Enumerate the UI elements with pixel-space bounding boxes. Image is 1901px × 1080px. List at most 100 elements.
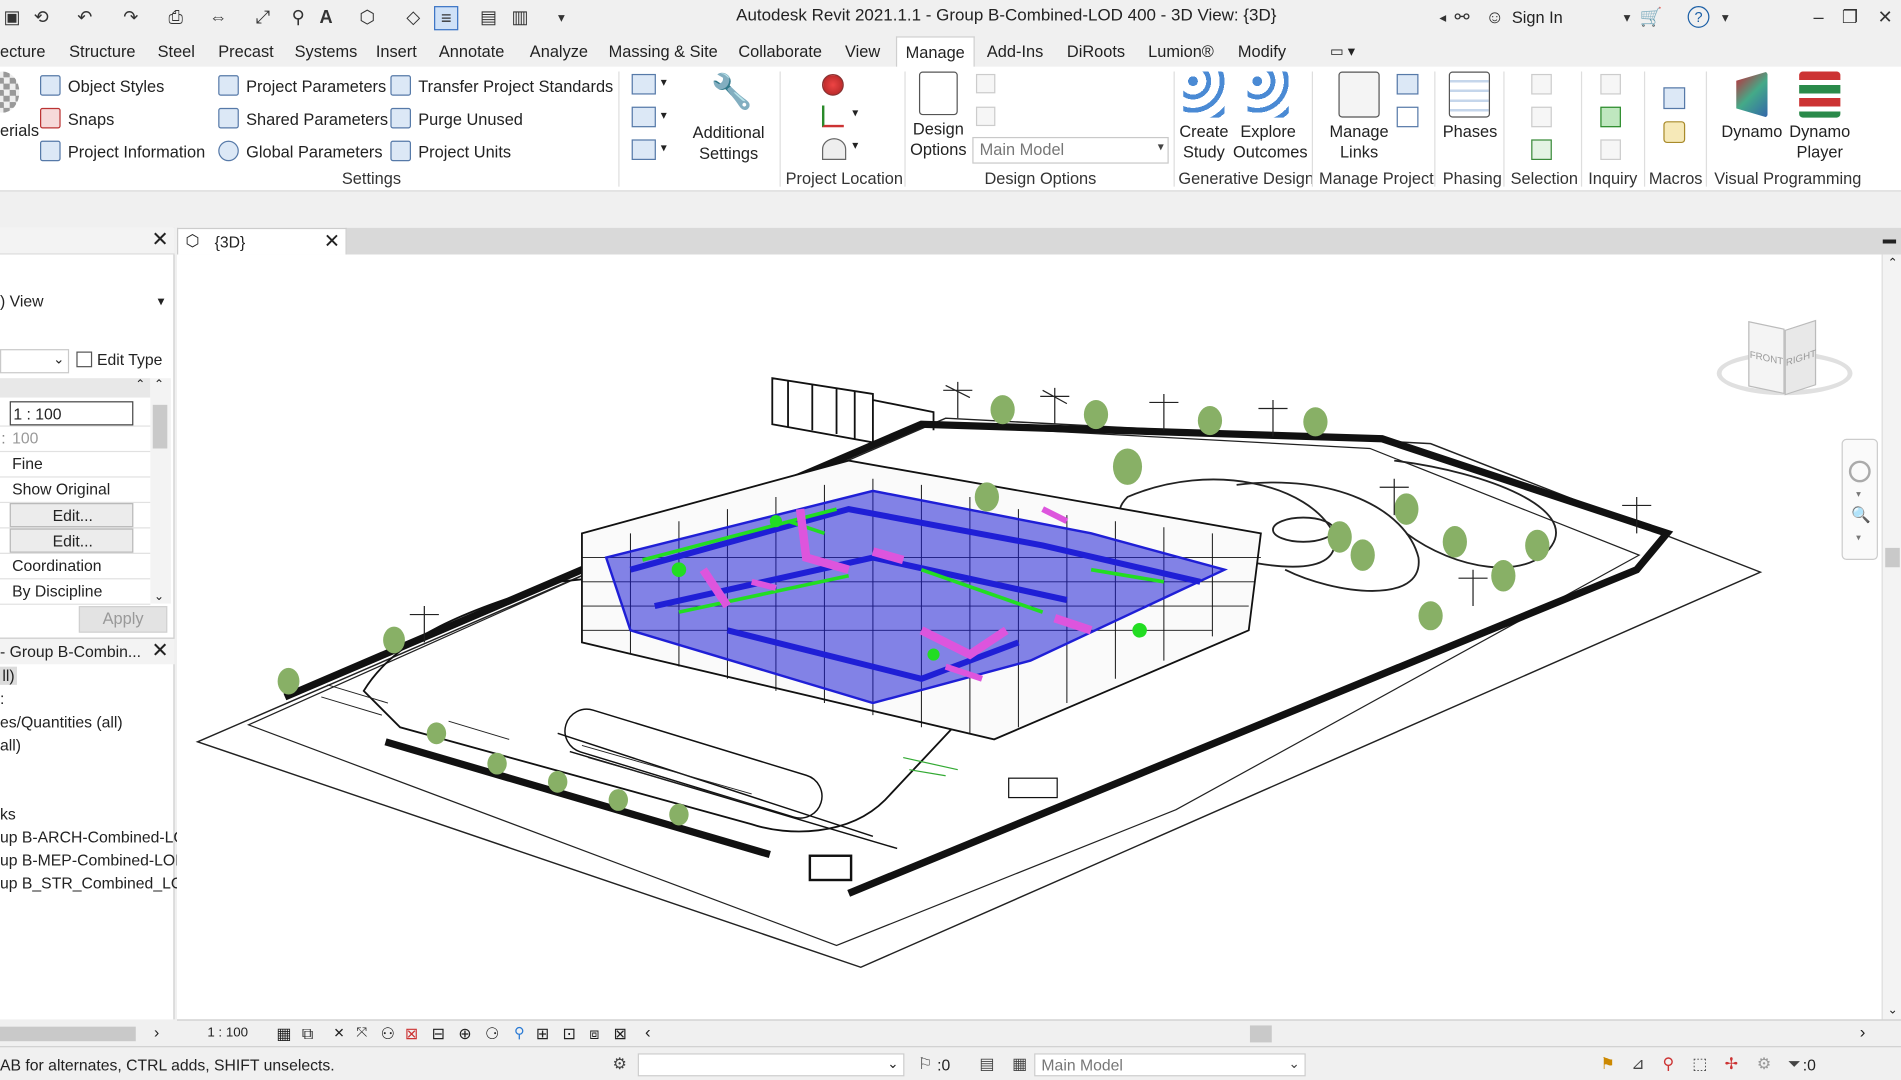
close-tab-icon[interactable]: ✕ [324, 229, 340, 253]
global-parameters-button[interactable]: Global Parameters [218, 140, 383, 162]
ribbon-toggle-icon[interactable]: ▭ ▾ [1330, 42, 1355, 59]
select-pinned-icon[interactable]: ⚲ [1659, 1055, 1678, 1074]
view-scale-button[interactable]: 1 : 100 [207, 1025, 248, 1040]
edit-type-button[interactable]: Edit Type [76, 350, 162, 368]
customize-toolbar-icon[interactable]: ▾ [549, 6, 573, 30]
render-icon[interactable]: ⚇ [381, 1024, 395, 1043]
instance-filter-combo[interactable]: ⌄ [0, 349, 70, 374]
create-study-button[interactable]: Create Study [1176, 71, 1232, 163]
tab-massing-site[interactable]: Massing & Site [609, 42, 718, 60]
zoom-icon[interactable]: 🔍 [1851, 505, 1871, 524]
select-by-face-icon[interactable]: ⬚ [1690, 1055, 1709, 1074]
editable-only-icon[interactable]: ⚐ [915, 1055, 934, 1074]
tab-manage[interactable]: Manage [895, 36, 975, 68]
dropdown-arrow-icon[interactable]: ▾ [852, 107, 858, 120]
structural-settings-icon[interactable] [631, 73, 656, 95]
tab-add-ins[interactable]: Add-Ins [987, 42, 1043, 60]
worksets-icon[interactable]: ⚙ [610, 1055, 629, 1074]
dynamo-player-button[interactable]: Dynamo Player [1787, 71, 1852, 163]
text-icon[interactable]: A [314, 6, 338, 30]
viewcube[interactable]: FRONT RIGHT [1714, 315, 1855, 412]
dimension-icon[interactable]: ⤢ [251, 6, 275, 30]
tab-lumion[interactable]: Lumion® [1148, 42, 1214, 60]
view-scale-input[interactable]: 1 : 100 [9, 401, 134, 426]
project-location-panel-label[interactable]: Project Location [786, 170, 903, 188]
horizontal-scroll-thumb[interactable] [1249, 1025, 1272, 1043]
decal-types-icon[interactable] [1396, 106, 1419, 128]
project-units-button[interactable]: Project Units [390, 140, 511, 162]
properties-scrollbar[interactable]: ⌃ ⌄ [150, 378, 171, 604]
tab-steel[interactable]: Steel [158, 42, 195, 60]
temporary-properties-icon[interactable]: ⊞ [536, 1024, 549, 1043]
object-styles-button[interactable]: Object Styles [40, 75, 164, 96]
drag-elements-icon[interactable]: ✢ [1722, 1055, 1741, 1074]
chevron-down-icon[interactable]: ▾ [1856, 532, 1861, 543]
project-information-button[interactable]: Project Information [40, 140, 205, 162]
position-icon[interactable] [821, 138, 847, 160]
coordinates-icon[interactable] [821, 105, 844, 128]
tab-diroots[interactable]: DiRoots [1067, 42, 1125, 60]
settings-panel-label[interactable]: Settings [342, 170, 401, 188]
scroll-up-icon[interactable]: ⌃ [154, 378, 164, 391]
view-vertical-scrollbar[interactable]: ⌃ ⌄ [1881, 254, 1901, 1020]
transfer-project-standards-button[interactable]: Transfer Project Standards [390, 75, 613, 96]
restore-icon[interactable]: ❐ [1838, 6, 1862, 30]
panel-schedule-templates-icon[interactable] [631, 139, 656, 160]
mep-settings-icon[interactable] [631, 106, 656, 128]
snaps-button[interactable]: Snaps [40, 107, 114, 129]
tree-item-str-link[interactable]: up B_STR_Combined_LOD [0, 874, 194, 892]
tree-item-revit-links[interactable]: ks [0, 805, 16, 823]
background-processes-icon[interactable]: ⚙ [1754, 1055, 1773, 1074]
hide-isolate-icon[interactable]: ⚆ [485, 1024, 499, 1043]
scroll-up-icon[interactable]: ⌃ [1888, 257, 1898, 270]
chevron-down-icon[interactable]: ▾ [1856, 488, 1861, 499]
viewcube-front-face[interactable]: FRONT [1748, 320, 1785, 395]
scroll-down-icon[interactable]: ⌄ [1888, 1004, 1898, 1017]
tab-architecture[interactable]: ecture [0, 42, 46, 60]
print-icon[interactable]: ⎙ [164, 6, 188, 30]
scrollbar-thumb[interactable] [152, 404, 168, 449]
tab-insert[interactable]: Insert [376, 42, 417, 60]
sign-in-link[interactable]: Sign In [1512, 8, 1563, 26]
tree-item-legends[interactable]: : [0, 690, 4, 708]
parts-visibility-value[interactable]: Show Original [10, 478, 134, 502]
detail-level-icon[interactable]: ▦ [276, 1024, 291, 1043]
phases-button[interactable]: Phases [1443, 71, 1497, 142]
select-links-icon[interactable]: ⚑ [1598, 1055, 1617, 1074]
close-window-icon[interactable]: ✕ [1873, 6, 1897, 30]
section-icon[interactable]: ◇ [401, 6, 425, 30]
detail-level-value[interactable]: Fine [10, 452, 134, 476]
dropdown-arrow-icon[interactable]: ▾ [661, 76, 667, 89]
tab-collaborate[interactable]: Collaborate [738, 42, 822, 60]
close-properties-icon[interactable]: ✕ [152, 228, 169, 252]
add-to-set-icon[interactable] [975, 73, 996, 94]
location-icon[interactable] [821, 73, 844, 96]
design-option-combo[interactable]: Main Model ▾ [972, 136, 1169, 164]
undo-icon[interactable]: ↶ [73, 6, 97, 30]
tab-analyze[interactable]: Analyze [530, 42, 588, 60]
select-by-id-icon[interactable] [1600, 106, 1621, 128]
dropdown-arrow-icon[interactable]: ▾ [661, 142, 667, 155]
sun-path-icon[interactable]: ✕ [333, 1025, 344, 1042]
generative-design-panel-label[interactable]: Generative Design [1178, 170, 1314, 188]
save-icon[interactable]: ▣ [0, 6, 24, 30]
default-3d-view-icon[interactable]: ⬡ [355, 6, 379, 30]
visual-style-icon[interactable]: ⧉ [302, 1024, 313, 1043]
tree-item-arch-link[interactable]: up B-ARCH-Combined-LC [0, 828, 185, 846]
ids-of-selection-icon[interactable] [1600, 73, 1621, 95]
view-tab-3d[interactable]: ⬡ {3D} ✕ [177, 227, 347, 255]
materials-icon[interactable] [0, 71, 20, 113]
tree-item-mep-link[interactable]: up B-MEP-Combined-LOI [0, 851, 180, 869]
sign-in-dropdown-icon[interactable]: ▾ [1615, 6, 1639, 30]
scroll-right-icon[interactable]: › [154, 1023, 159, 1041]
thin-lines-icon[interactable]: ≡ [434, 6, 459, 31]
help-icon[interactable]: ? [1687, 6, 1710, 28]
close-project-browser-icon[interactable]: ✕ [152, 639, 169, 663]
steering-wheel-icon[interactable] [1848, 460, 1871, 483]
phasing-panel-label[interactable]: Phasing [1443, 170, 1502, 188]
explore-outcomes-button[interactable]: Explore Outcomes [1233, 71, 1308, 163]
dropdown-arrow-icon[interactable]: ▾ [661, 109, 667, 122]
help-dropdown-icon[interactable]: ▾ [1713, 6, 1737, 30]
tab-annotate[interactable]: Annotate [439, 42, 505, 60]
filter-icon[interactable]: ⏷ [1785, 1055, 1804, 1074]
